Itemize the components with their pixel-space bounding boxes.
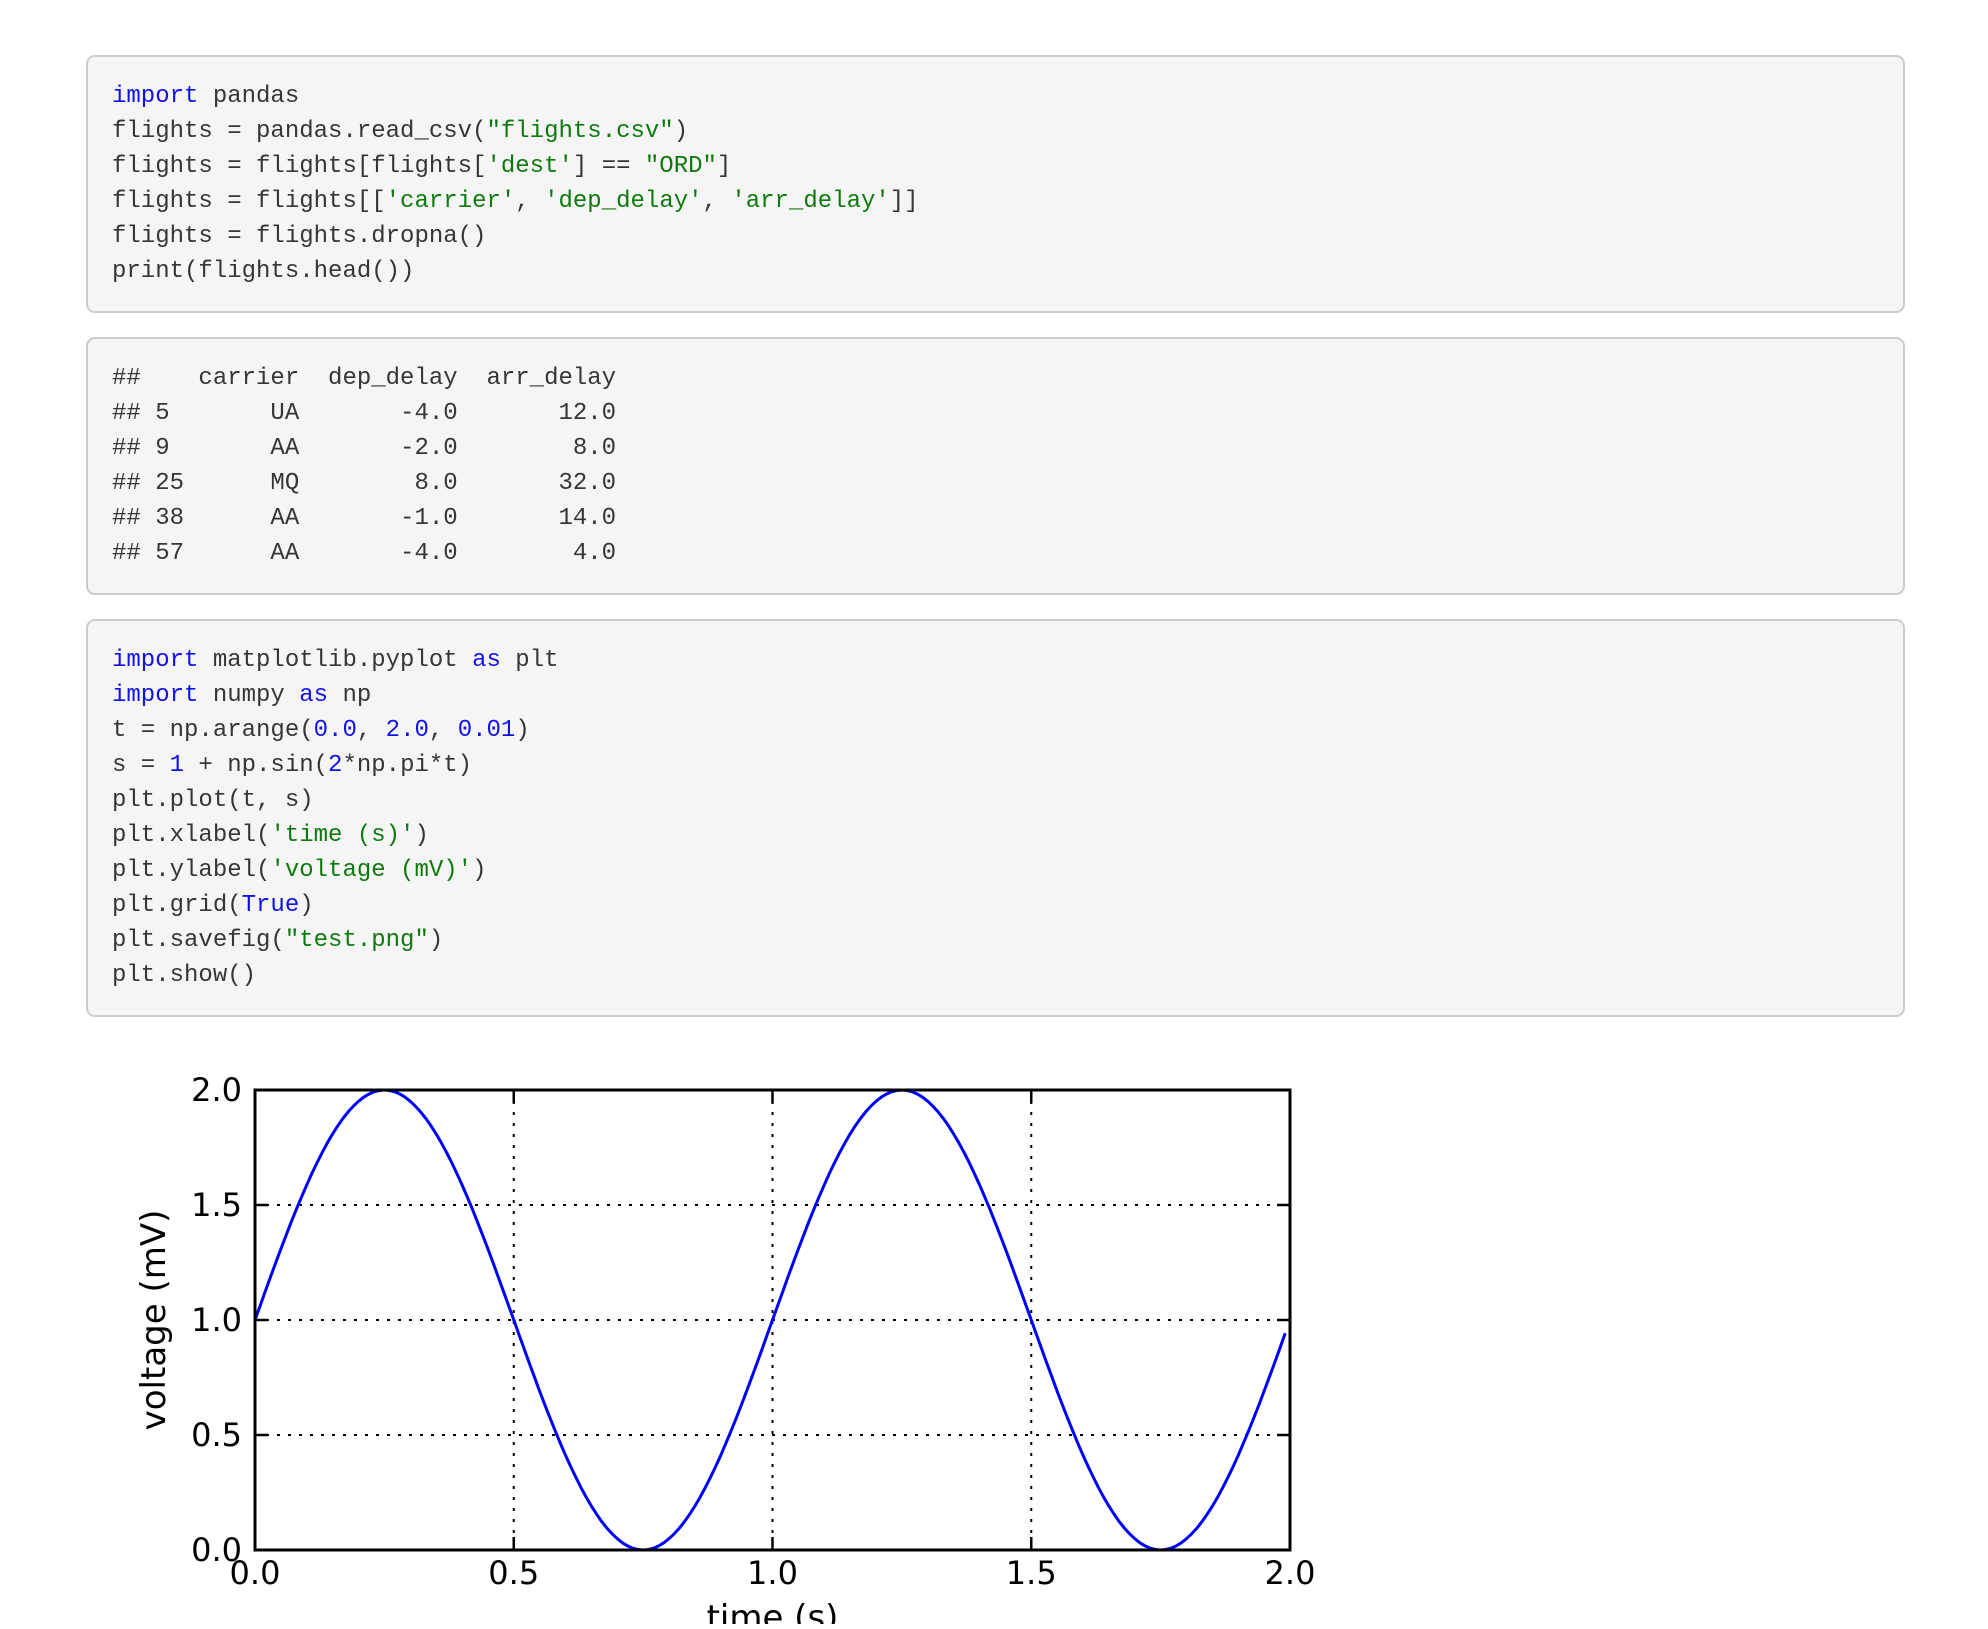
y-tick-label: 0.0 bbox=[191, 1531, 242, 1569]
y-tick-label: 0.5 bbox=[191, 1416, 242, 1454]
x-tick-label: 1.0 bbox=[747, 1554, 798, 1592]
code-pandas: import pandas flights = pandas.read_csv(… bbox=[112, 83, 919, 285]
x-tick-label: 2.0 bbox=[1265, 1554, 1316, 1592]
code-block-pandas: import pandas flights = pandas.read_csv(… bbox=[86, 55, 1905, 313]
y-tick-label: 1.0 bbox=[191, 1301, 242, 1339]
dataframe-head-text: ## carrier dep_delay arr_delay ## 5 UA -… bbox=[112, 365, 616, 567]
voltage-time-plot: 0.00.51.01.52.00.00.51.01.52.0time (s)vo… bbox=[86, 1020, 1366, 1624]
y-tick-label: 1.5 bbox=[191, 1186, 242, 1224]
rmarkdown-document: import pandas flights = pandas.read_csv(… bbox=[86, 55, 1905, 1041]
code-block-matplotlib: import matplotlib.pyplot as plt import n… bbox=[86, 619, 1905, 1017]
y-axis-label: voltage (mV) bbox=[134, 1210, 174, 1431]
plot-figure: 0.00.51.01.52.00.00.51.01.52.0time (s)vo… bbox=[86, 1020, 1366, 1624]
x-tick-label: 1.5 bbox=[1006, 1554, 1057, 1592]
x-tick-label: 0.5 bbox=[488, 1554, 539, 1592]
x-axis-label: time (s) bbox=[707, 1598, 839, 1624]
y-tick-label: 2.0 bbox=[191, 1071, 242, 1109]
output-block-dataframe: ## carrier dep_delay arr_delay ## 5 UA -… bbox=[86, 337, 1905, 595]
code-matplotlib: import matplotlib.pyplot as plt import n… bbox=[112, 647, 559, 989]
